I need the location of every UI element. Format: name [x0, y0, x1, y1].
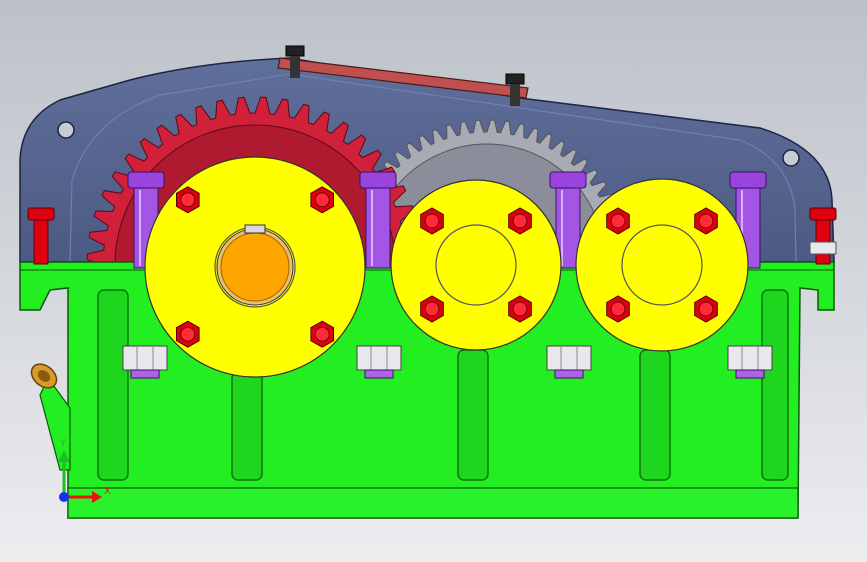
triad-y-label: Y [60, 438, 67, 449]
graphics-viewport[interactable]: X Y [0, 0, 867, 562]
bearing-cap[interactable] [390, 179, 562, 351]
bearing-cap[interactable] [575, 178, 749, 352]
housing-foot [67, 487, 799, 519]
gearbox-model[interactable] [0, 0, 867, 562]
bearing-cap[interactable] [144, 156, 366, 378]
cover-lifting-hole-left [57, 121, 75, 139]
cover-lifting-hole-right [782, 149, 800, 167]
triad-x-label: X [104, 486, 111, 497]
